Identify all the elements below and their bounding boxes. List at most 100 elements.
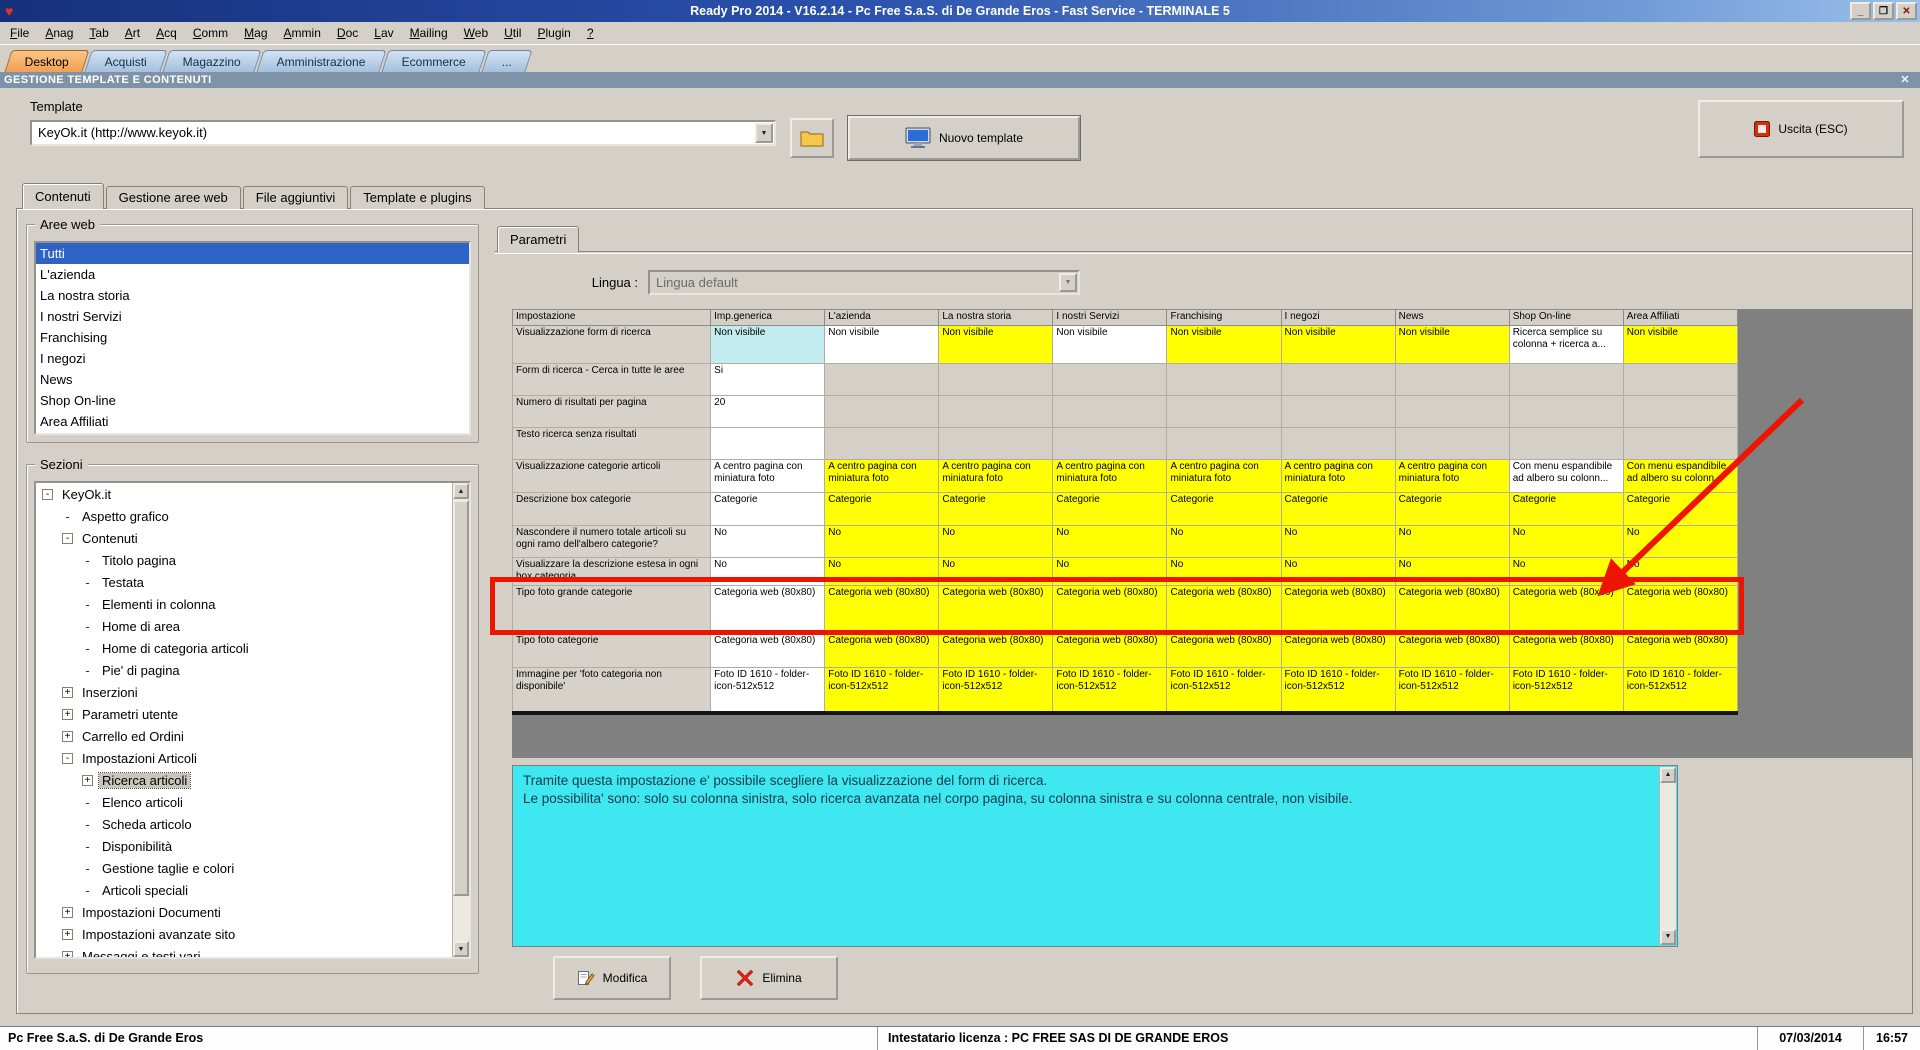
tree-node-testata[interactable]: - Testata — [36, 571, 452, 593]
setting-value-cell[interactable]: A centro pagina con miniatura foto — [1052, 459, 1168, 493]
setting-value-cell[interactable] — [1052, 395, 1168, 428]
tree-node-gestione-taglie-e-colori[interactable]: - Gestione taglie e colori — [36, 857, 452, 879]
tree-node-scheda-articolo[interactable]: - Scheda articolo — [36, 813, 452, 835]
menu-lav[interactable]: Lav — [366, 24, 401, 42]
setting-value-cell[interactable]: Foto ID 1610 - folder-icon-512x512 — [1394, 667, 1510, 713]
lingua-dropdown-icon[interactable]: ▼ — [1059, 273, 1077, 292]
setting-value-cell[interactable]: No — [1280, 525, 1396, 558]
menu-art[interactable]: Art — [117, 24, 148, 42]
tree-node-parametri-utente[interactable]: + Parametri utente — [36, 703, 452, 725]
setting-value-cell[interactable]: No — [824, 557, 940, 586]
setting-value-cell[interactable]: Categoria web (80x80) — [1508, 585, 1624, 634]
setting-value-cell[interactable] — [1394, 363, 1510, 396]
tree-node-impostazioni-articoli[interactable]: - Impostazioni Articoli — [36, 747, 452, 769]
setting-value-cell[interactable] — [824, 395, 940, 428]
setting-value-cell[interactable]: Categoria web (80x80) — [1622, 633, 1739, 668]
setting-value-cell[interactable]: No — [1508, 525, 1624, 558]
aree-web-item-news[interactable]: News — [36, 369, 469, 390]
setting-value-cell[interactable]: Categoria web (80x80) — [1508, 633, 1624, 668]
setting-value-cell[interactable]: No — [824, 525, 940, 558]
aree-web-item-area-affiliati[interactable]: Area Affiliati — [36, 411, 469, 432]
menu-acq[interactable]: Acq — [148, 24, 185, 42]
setting-value-cell[interactable] — [1166, 363, 1282, 396]
tree-node-pie-di-pagina[interactable]: - Pie' di pagina — [36, 659, 452, 681]
tree-node-ricerca-articoli[interactable]: + Ricerca articoli — [36, 769, 452, 791]
tree-node-elementi-in-colonna[interactable]: - Elementi in colonna — [36, 593, 452, 615]
setting-value-cell[interactable] — [1394, 427, 1510, 460]
tree-node-carrello-ed-ordini[interactable]: + Carrello ed Ordini — [36, 725, 452, 747]
setting-value-cell[interactable]: Categorie — [1052, 492, 1168, 526]
scroll-up-icon[interactable]: ▲ — [1660, 767, 1676, 783]
setting-value-cell[interactable]: Non visibile — [1622, 325, 1739, 364]
maximize-button[interactable]: ❐ — [1873, 2, 1894, 20]
setting-value-cell[interactable]: Categoria web (80x80) — [824, 585, 940, 634]
menu-item[interactable]: ? — [579, 24, 602, 42]
tree-node-elenco-articoli[interactable]: - Elenco articoli — [36, 791, 452, 813]
setting-value-cell[interactable]: Categorie — [1394, 492, 1510, 526]
setting-value-cell[interactable] — [1280, 427, 1396, 460]
setting-value-cell[interactable]: Non visibile — [824, 325, 940, 364]
menu-file[interactable]: File — [2, 24, 37, 42]
setting-value-cell[interactable]: Categoria web (80x80) — [1280, 633, 1396, 668]
menu-tab[interactable]: Tab — [81, 24, 116, 42]
aree-web-item-franchising[interactable]: Franchising — [36, 327, 469, 348]
setting-value-cell[interactable]: A centro pagina con miniatura foto — [1166, 459, 1282, 493]
setting-value-cell[interactable]: Non visibile — [1280, 325, 1396, 364]
new-template-button[interactable]: Nuovo template — [848, 116, 1080, 160]
collapse-icon[interactable]: - — [62, 532, 73, 544]
setting-value-cell[interactable] — [824, 427, 940, 460]
setting-value-cell[interactable] — [938, 395, 1054, 428]
exit-button[interactable]: Uscita (ESC) — [1698, 100, 1904, 158]
setting-value-cell[interactable]: Non visibile — [1394, 325, 1510, 364]
setting-value-cell[interactable]: Categorie — [824, 492, 940, 526]
collapse-icon[interactable]: - — [42, 488, 53, 500]
menu-anag[interactable]: Anag — [37, 24, 81, 42]
template-dropdown-icon[interactable]: ▼ — [755, 123, 773, 143]
menu-ammin[interactable]: Ammin — [276, 24, 329, 42]
setting-value-cell[interactable]: Con menu espandibile ad albero su colonn… — [1508, 459, 1624, 493]
scroll-down-icon[interactable]: ▼ — [1660, 929, 1676, 945]
tab-file-aggiuntivi[interactable]: File aggiuntivi — [242, 186, 349, 209]
tree-node-contenuti[interactable]: - Contenuti — [36, 527, 452, 549]
menu-comm[interactable]: Comm — [185, 24, 236, 42]
tree-node-disponibilit[interactable]: - Disponibilità — [36, 835, 452, 857]
expand-icon[interactable]: + — [62, 906, 73, 918]
setting-value-cell[interactable] — [1622, 395, 1739, 428]
setting-value-cell[interactable]: A centro pagina con miniatura foto — [710, 459, 826, 493]
setting-value-cell[interactable] — [824, 363, 940, 396]
menu-util[interactable]: Util — [496, 24, 529, 42]
menu-plugin[interactable]: Plugin — [529, 24, 578, 42]
tree-node-titolo-pagina[interactable]: - Titolo pagina — [36, 549, 452, 571]
setting-value-cell[interactable]: Categoria web (80x80) — [1394, 633, 1510, 668]
setting-value-cell[interactable]: Categorie — [1280, 492, 1396, 526]
setting-value-cell[interactable]: No — [1508, 557, 1624, 586]
aree-web-item-shop-on-line[interactable]: Shop On-line — [36, 390, 469, 411]
setting-value-cell[interactable]: Foto ID 1610 - folder-icon-512x512 — [1166, 667, 1282, 713]
scroll-down-icon[interactable]: ▼ — [453, 941, 469, 957]
setting-value-cell[interactable]: Categoria web (80x80) — [824, 633, 940, 668]
setting-value-cell[interactable]: No — [1166, 557, 1282, 586]
setting-value-cell[interactable]: No — [1622, 557, 1739, 586]
expand-icon[interactable]: + — [62, 686, 73, 698]
workspace-tab-magazzino[interactable]: Magazzino — [162, 50, 262, 72]
setting-value-cell[interactable]: Categoria web (80x80) — [1166, 633, 1282, 668]
setting-value-cell[interactable]: No — [938, 525, 1054, 558]
setting-value-cell[interactable]: Non visibile — [1166, 325, 1282, 364]
setting-value-cell[interactable] — [1508, 395, 1624, 428]
setting-value-cell[interactable] — [1280, 363, 1396, 396]
setting-value-cell[interactable]: Categoria web (80x80) — [1052, 585, 1168, 634]
setting-value-cell[interactable]: No — [1052, 557, 1168, 586]
setting-value-cell[interactable]: Foto ID 1610 - folder-icon-512x512 — [1280, 667, 1396, 713]
setting-value-cell[interactable] — [938, 363, 1054, 396]
tree-node-aspetto-grafico[interactable]: - Aspetto grafico — [36, 505, 452, 527]
setting-value-cell[interactable]: No — [1394, 525, 1510, 558]
setting-value-cell[interactable]: A centro pagina con miniatura foto — [1280, 459, 1396, 493]
setting-value-cell[interactable] — [710, 427, 826, 460]
setting-value-cell[interactable]: No — [1280, 557, 1396, 586]
setting-value-cell[interactable]: A centro pagina con miniatura foto — [938, 459, 1054, 493]
setting-value-cell[interactable]: Foto ID 1610 - folder-icon-512x512 — [938, 667, 1054, 713]
workspace-tab-ecommerce[interactable]: Ecommerce — [381, 50, 487, 72]
menu-mailing[interactable]: Mailing — [402, 24, 456, 42]
expand-icon[interactable]: + — [62, 708, 73, 720]
setting-value-cell[interactable]: Categorie — [710, 492, 826, 526]
